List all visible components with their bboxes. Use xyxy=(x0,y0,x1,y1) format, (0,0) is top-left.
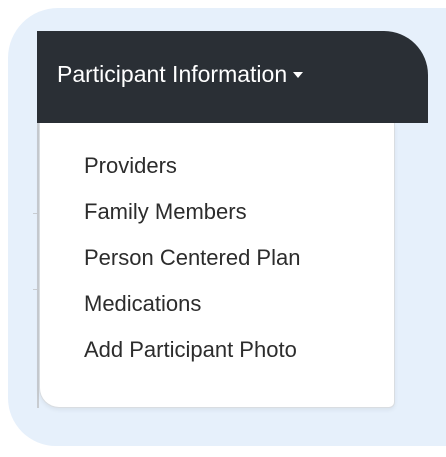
caret-down-icon xyxy=(293,72,304,78)
menu-item-family-members[interactable]: Family Members xyxy=(40,189,394,235)
participant-information-dropdown-toggle[interactable]: Participant Information xyxy=(57,56,304,92)
screen: Participant Information Providers Family… xyxy=(0,0,446,457)
dropdown-menu: Providers Family Members Person Centered… xyxy=(39,123,395,408)
menu-item-providers[interactable]: Providers xyxy=(40,143,394,189)
dropdown-menu-list: Providers Family Members Person Centered… xyxy=(40,143,394,373)
divider-tick xyxy=(33,289,38,290)
dropdown-toggle-label: Participant Information xyxy=(57,60,288,87)
menu-item-medications[interactable]: Medications xyxy=(40,281,394,327)
divider-tick xyxy=(33,213,38,214)
menu-item-add-participant-photo[interactable]: Add Participant Photo xyxy=(40,327,394,373)
menu-item-person-centered-plan[interactable]: Person Centered Plan xyxy=(40,235,394,281)
